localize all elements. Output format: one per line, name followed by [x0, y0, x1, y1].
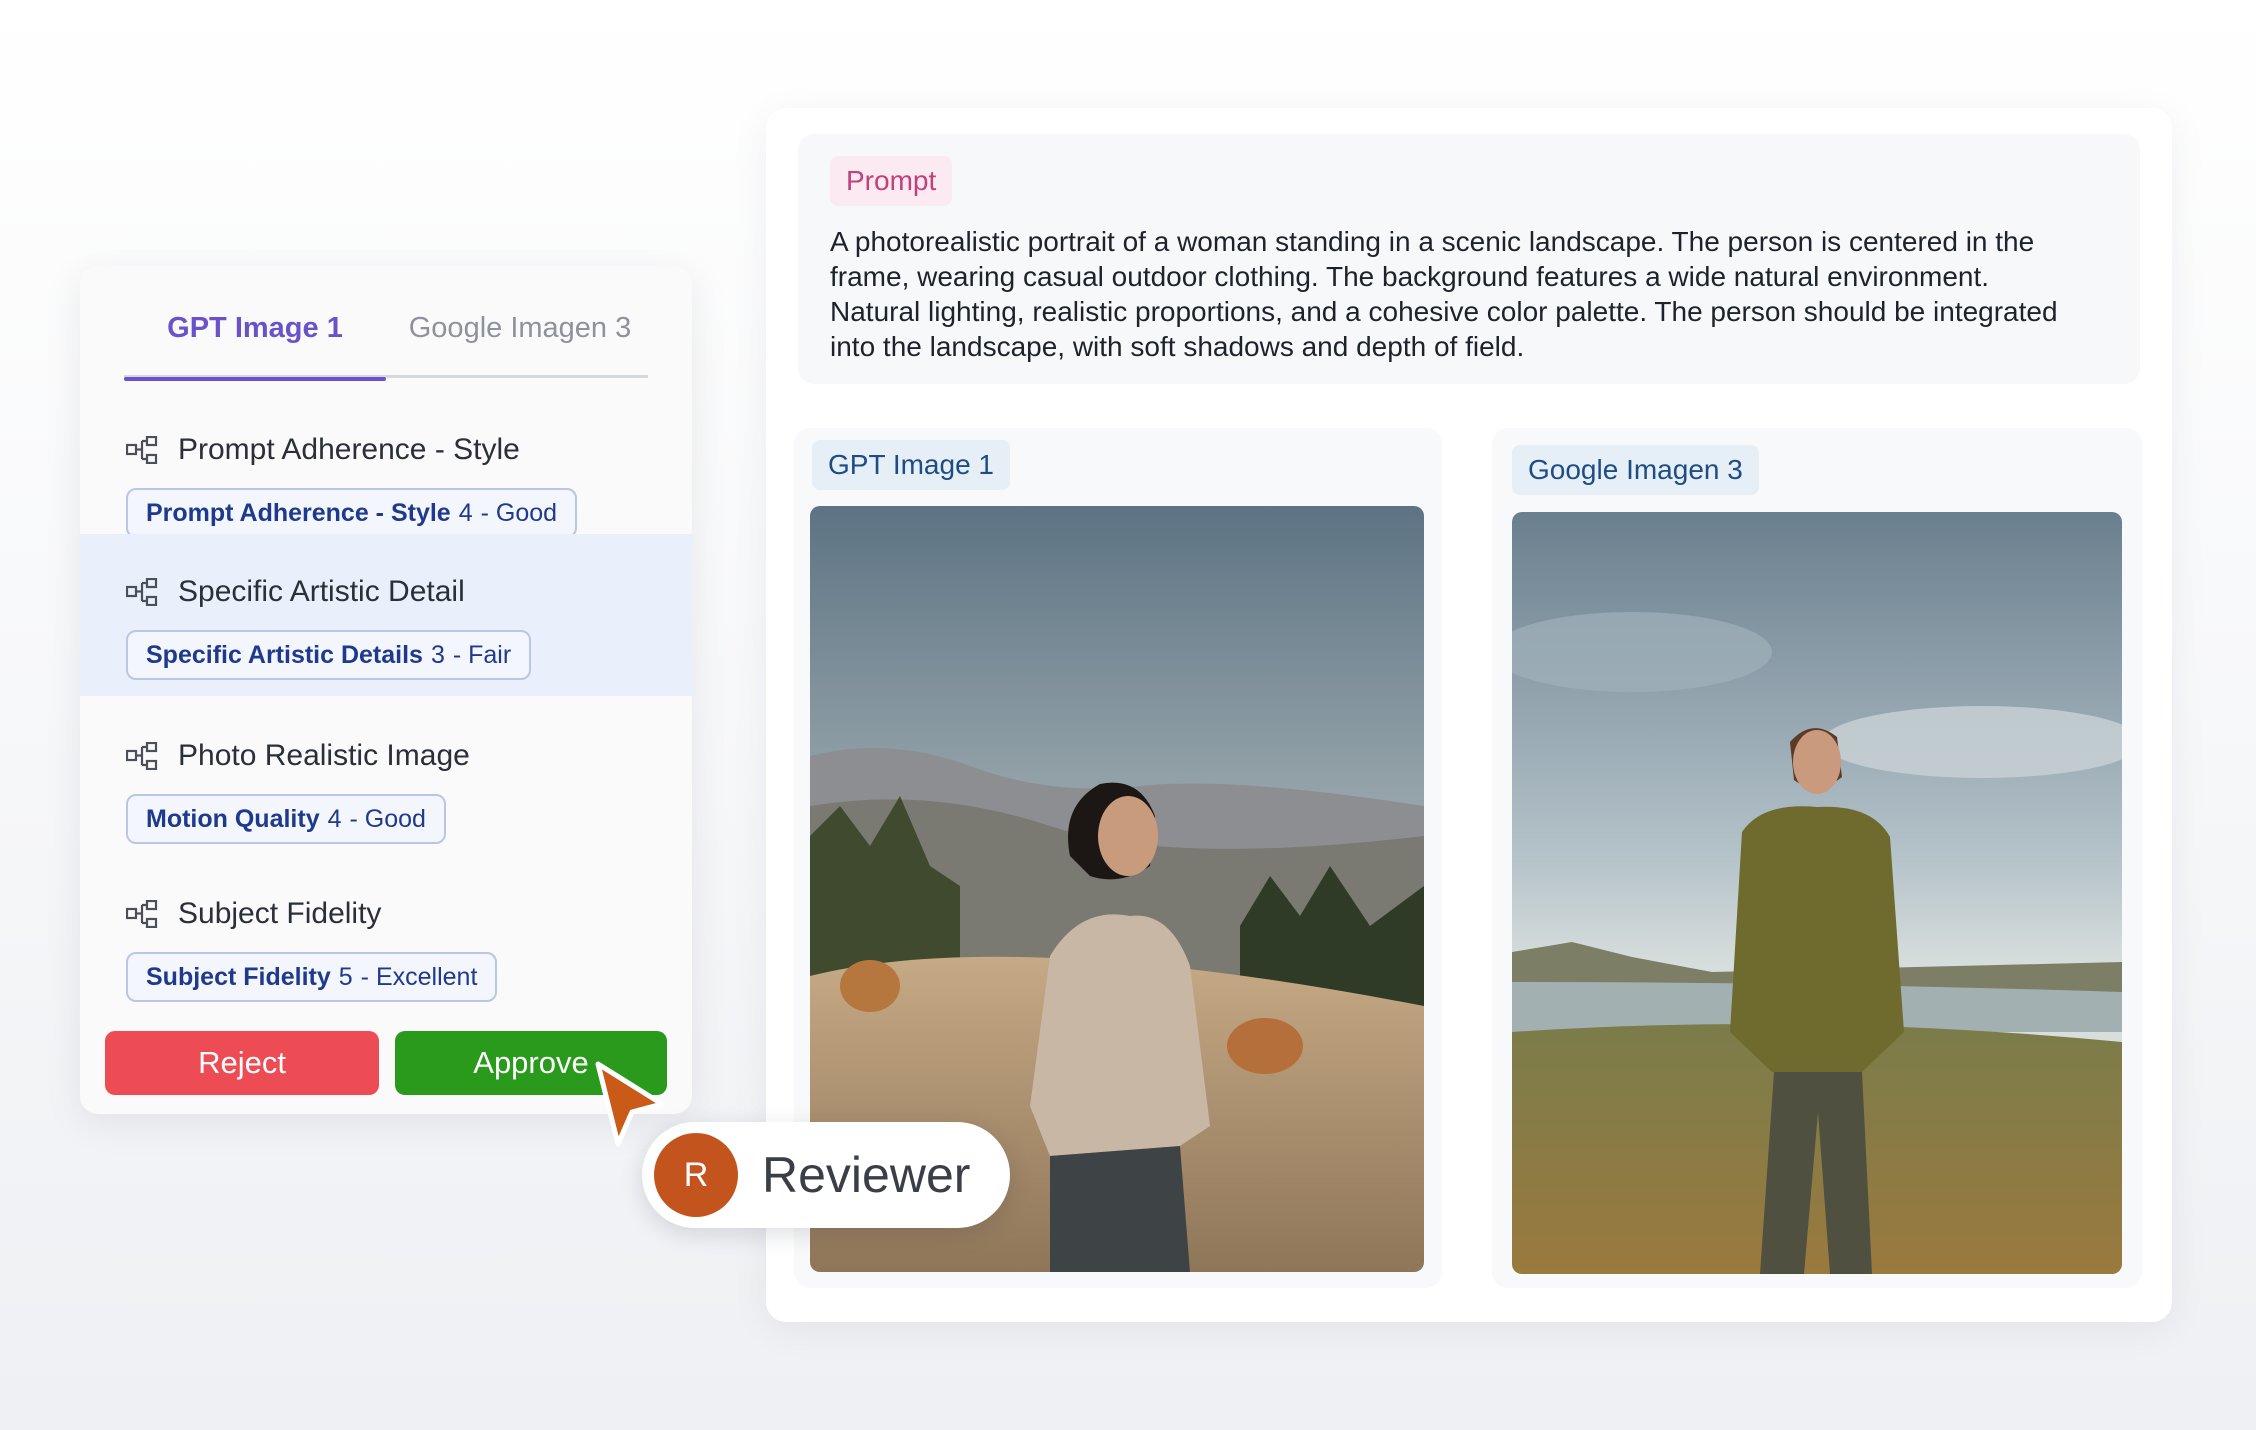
badge-name: Motion Quality: [146, 804, 320, 833]
badge-name: Prompt Adherence - Style: [146, 498, 451, 527]
hierarchy-icon: [126, 742, 158, 770]
badge-rating: - Fair: [452, 640, 512, 669]
reject-button[interactable]: Reject: [105, 1031, 379, 1095]
image-label-imagen: Google Imagen 3: [1512, 445, 1759, 495]
criterion-title: Subject Fidelity: [178, 897, 382, 930]
badge-score: 4: [458, 498, 473, 527]
prompt-tag: Prompt: [830, 156, 953, 206]
badge-score: 5: [338, 962, 353, 991]
badge-rating: - Good: [480, 498, 558, 527]
tab-gpt-image-1[interactable]: GPT Image 1: [124, 296, 386, 381]
prompt-line: Natural lighting, realistic proportions,…: [830, 296, 2058, 327]
criterion-photo-realistic[interactable]: Photo Realistic Image Motion Quality 4 -…: [80, 724, 692, 882]
image-label-gpt: GPT Image 1: [812, 440, 1011, 490]
prompt-line: frame, wearing casual outdoor clothing. …: [830, 261, 1990, 292]
badge-rating: - Good: [349, 804, 426, 833]
criterion-title: Prompt Adherence - Style: [178, 433, 520, 466]
criterion-artistic-detail[interactable]: Specific Artistic Detail Specific Artist…: [80, 534, 692, 696]
criterion-title: Photo Realistic Image: [178, 739, 470, 772]
hierarchy-icon: [126, 436, 158, 464]
generated-photo-imagen[interactable]: [1512, 512, 2122, 1274]
reviewer-chip: R Reviewer: [642, 1122, 1010, 1228]
score-badge[interactable]: Prompt Adherence - Style 4 - Good: [126, 488, 578, 538]
badge-score: 4: [327, 804, 342, 833]
prompt-box: Prompt A photorealistic portrait of a wo…: [798, 134, 2140, 384]
model-tabs: GPT Image 1 Google Imagen 3: [124, 296, 648, 381]
badge-rating: - Excellent: [360, 962, 478, 991]
criterion-subject-fidelity[interactable]: Subject Fidelity Subject Fidelity 5 - Ex…: [80, 882, 692, 1040]
badge-name: Specific Artistic Details: [146, 640, 423, 669]
hierarchy-icon: [126, 900, 158, 928]
hierarchy-icon: [126, 578, 158, 606]
rating-panel: GPT Image 1 Google Imagen 3 Prompt Adher…: [80, 266, 692, 1114]
reviewer-name: Reviewer: [762, 1147, 971, 1203]
prompt-line: A photorealistic portrait of a woman sta…: [830, 226, 2035, 257]
tab-google-imagen-3[interactable]: Google Imagen 3: [392, 296, 648, 378]
avatar: R: [654, 1133, 738, 1217]
criterion-title: Specific Artistic Detail: [178, 575, 465, 608]
prompt-line: into the landscape, with soft shadows an…: [830, 331, 1525, 362]
score-badge[interactable]: Motion Quality 4 - Good: [126, 794, 446, 844]
badge-name: Subject Fidelity: [146, 962, 331, 991]
badge-score: 3: [430, 640, 445, 669]
score-badge[interactable]: Subject Fidelity 5 - Excellent: [126, 952, 498, 1002]
image-panel-imagen: Google Imagen 3: [1492, 428, 2142, 1288]
score-badge[interactable]: Specific Artistic Details 3 - Fair: [126, 630, 532, 680]
prompt-text: A photorealistic portrait of a woman sta…: [830, 224, 2130, 364]
